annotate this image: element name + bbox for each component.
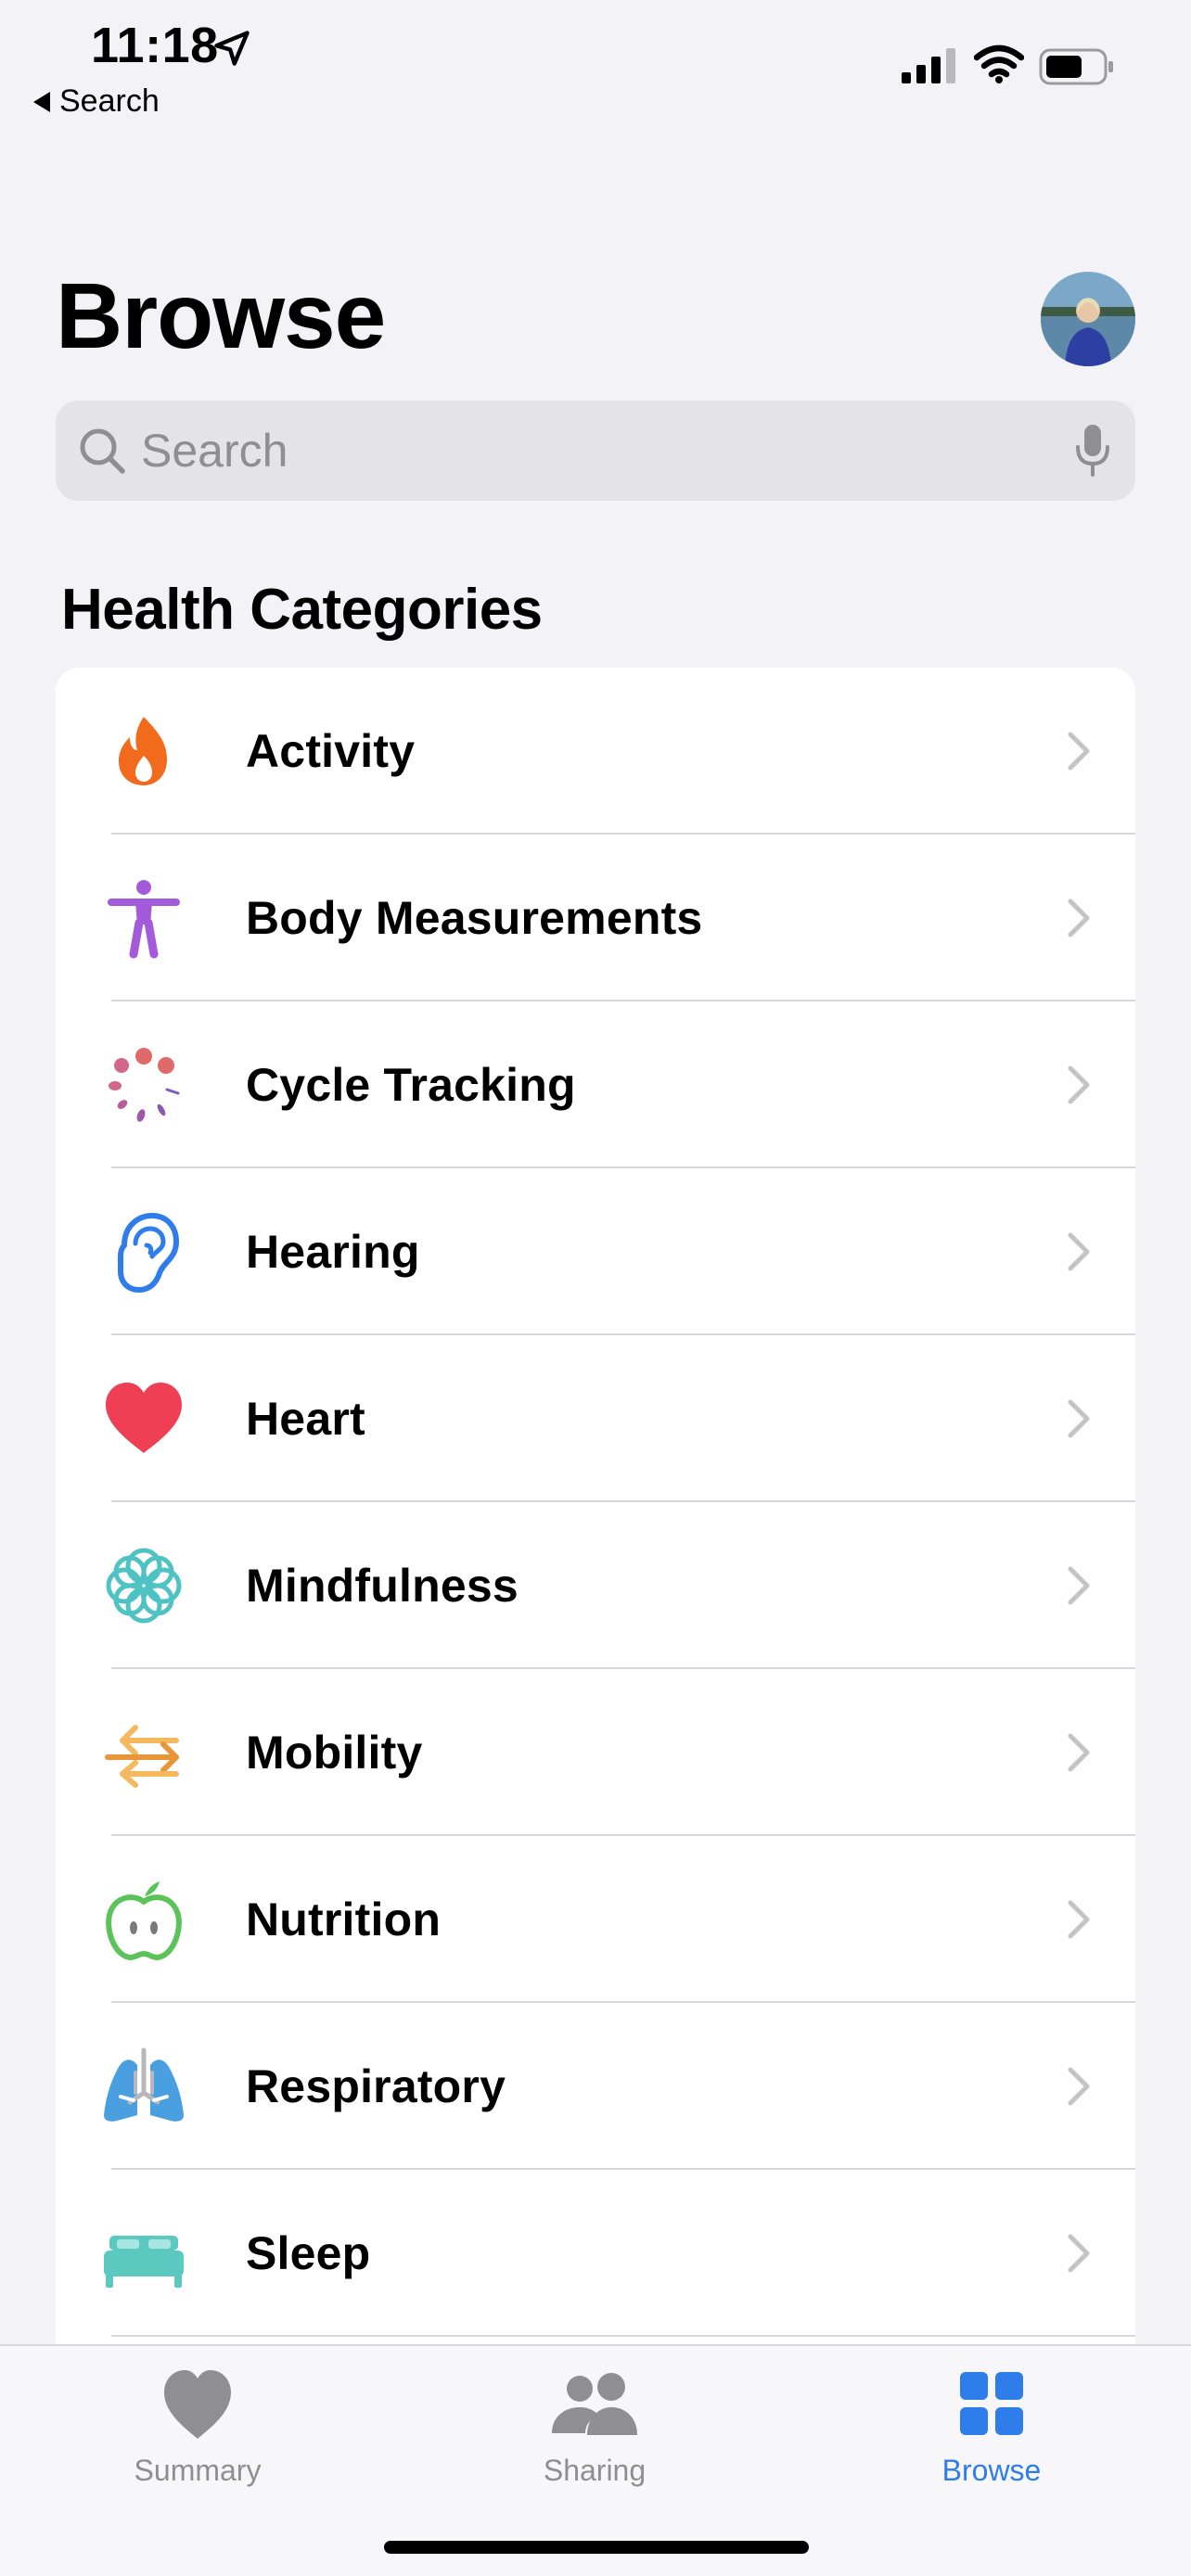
- tab-summary[interactable]: Summary: [77, 2365, 318, 2522]
- category-label: Body Measurements: [246, 892, 703, 944]
- apple-icon: [102, 1878, 186, 1961]
- health-categories-list: Activity Body Measurements Cycle Trackin…: [56, 668, 1135, 2355]
- chevron-right-icon: [1068, 1733, 1090, 1772]
- category-label: Activity: [246, 725, 416, 777]
- ear-icon: [102, 1210, 186, 1294]
- category-row-nutrition[interactable]: Nutrition: [56, 1836, 1135, 2003]
- home-indicator[interactable]: [384, 2541, 809, 2554]
- microphone-icon[interactable]: [1072, 423, 1113, 478]
- cellular-signal-icon: [902, 48, 955, 83]
- search-bar[interactable]: [56, 401, 1135, 501]
- chevron-right-icon: [1068, 2067, 1090, 2106]
- bed-icon: [102, 2212, 186, 2295]
- tab-browse[interactable]: Browse: [871, 2365, 1112, 2522]
- category-label: Sleep: [246, 2227, 371, 2279]
- cycle-dots-icon: [102, 1043, 186, 1127]
- category-row-mindfulness[interactable]: Mindfulness: [56, 1502, 1135, 1669]
- tab-label: Browse: [941, 2454, 1042, 2487]
- back-label: Search: [59, 83, 160, 119]
- category-row-activity[interactable]: Activity: [56, 668, 1135, 835]
- battery-icon: [1039, 48, 1113, 85]
- category-row-sleep[interactable]: Sleep: [56, 2170, 1135, 2337]
- heart-icon: [164, 2370, 231, 2439]
- wifi-icon: [974, 45, 1024, 83]
- category-row-body-measurements[interactable]: Body Measurements: [56, 835, 1135, 1001]
- grid-icon: [960, 2372, 1023, 2435]
- category-row-cycle-tracking[interactable]: Cycle Tracking: [56, 1001, 1135, 1168]
- category-label: Cycle Tracking: [246, 1059, 576, 1111]
- flame-icon: [102, 709, 186, 793]
- category-row-hearing[interactable]: Hearing: [56, 1168, 1135, 1335]
- chevron-right-icon: [1068, 1232, 1090, 1271]
- back-to-search-link[interactable]: Search: [33, 83, 160, 120]
- arrows-icon: [102, 1711, 186, 1794]
- section-title: Health Categories: [61, 578, 543, 642]
- category-row-respiratory[interactable]: Respiratory: [56, 2003, 1135, 2170]
- category-row-mobility[interactable]: Mobility: [56, 1669, 1135, 1836]
- chevron-right-icon: [1068, 1900, 1090, 1939]
- chevron-right-icon: [1068, 1399, 1090, 1438]
- page-title: Browse: [56, 264, 386, 368]
- chevron-right-icon: [1068, 1566, 1090, 1605]
- profile-avatar[interactable]: [1041, 272, 1135, 366]
- tab-label: Summary: [134, 2454, 262, 2487]
- people-icon: [552, 2373, 637, 2435]
- flower-icon: [102, 1544, 186, 1627]
- category-label: Mindfulness: [246, 1560, 519, 1612]
- lungs-icon: [102, 2045, 186, 2128]
- category-label: Nutrition: [246, 1894, 442, 1945]
- figure-icon: [102, 876, 186, 960]
- row-divider: [111, 2335, 1135, 2337]
- category-label: Respiratory: [246, 2060, 506, 2112]
- search-input[interactable]: [141, 401, 1069, 501]
- search-icon: [80, 428, 125, 474]
- category-row-heart[interactable]: Heart: [56, 1335, 1135, 1502]
- chevron-right-icon: [1068, 1065, 1090, 1104]
- avatar-photo: [1041, 272, 1135, 366]
- status-time: 11:18: [91, 18, 219, 73]
- category-label: Hearing: [246, 1226, 420, 1278]
- chevron-right-icon: [1068, 732, 1090, 771]
- tab-label: Sharing: [543, 2454, 647, 2487]
- chevron-right-icon: [1068, 2234, 1090, 2273]
- back-triangle-icon: [33, 91, 50, 112]
- status-bar: 11:18 Search: [0, 0, 1191, 130]
- category-label: Heart: [246, 1393, 365, 1445]
- location-arrow-icon: [214, 31, 250, 66]
- chevron-right-icon: [1068, 899, 1090, 937]
- heart-icon: [102, 1377, 186, 1460]
- category-label: Mobility: [246, 1727, 423, 1779]
- tab-sharing[interactable]: Sharing: [474, 2365, 715, 2522]
